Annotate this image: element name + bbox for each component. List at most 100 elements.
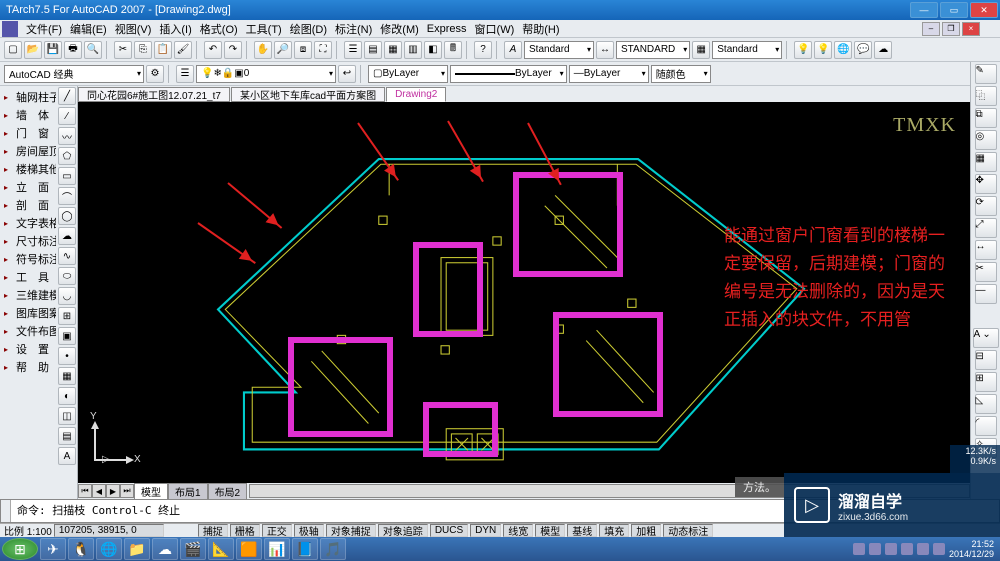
file-tab-1[interactable]: 同心花园6#施工图12.07.21_t7 [78, 87, 230, 102]
lineweight-combo[interactable]: — ByLayer [569, 65, 649, 83]
copy2-icon[interactable]: ⿻ [975, 86, 997, 106]
comm-icon[interactable]: 💬 [854, 41, 872, 59]
lwt-toggle[interactable]: 线宽 [503, 524, 533, 537]
base-toggle[interactable]: 基线 [567, 524, 597, 537]
workspace-combo[interactable]: AutoCAD 经典 [4, 65, 144, 83]
minimize-button[interactable]: — [910, 2, 938, 18]
break-icon[interactable]: ⊟ [975, 350, 997, 370]
print-icon[interactable]: 🖶 [64, 41, 82, 59]
maximize-button[interactable]: ▭ [940, 2, 968, 18]
layermgr-icon[interactable]: ☰ [176, 65, 194, 83]
tab-next[interactable]: ▶ [106, 484, 120, 498]
match-icon[interactable]: 🖌 [174, 41, 192, 59]
bold-toggle[interactable]: 加粗 [631, 524, 661, 537]
layer-combo[interactable]: 💡❄🔒▣ 0 [196, 65, 336, 83]
annot-a-icon[interactable]: A ⌄ [973, 328, 999, 348]
dimstyle-combo[interactable]: STANDARD [616, 41, 690, 59]
tab-last[interactable]: ⏭ [120, 484, 134, 498]
grad-icon[interactable]: ◐ [58, 387, 76, 405]
bulb2-icon[interactable]: 💡 [814, 41, 832, 59]
task-app-1[interactable]: ✈ [40, 538, 66, 560]
array-icon[interactable]: ▦ [975, 152, 997, 172]
save-icon[interactable]: 💾 [44, 41, 62, 59]
fill-toggle[interactable]: 填充 [599, 524, 629, 537]
tray-icon[interactable] [933, 543, 945, 555]
menu-dim[interactable]: 标注(N) [331, 21, 376, 37]
cmd-grip[interactable] [1, 500, 11, 522]
cloud-icon[interactable]: ☁ [58, 227, 76, 245]
tblstyle-icon[interactable]: ▦ [692, 41, 710, 59]
hatch-icon[interactable]: ▦ [58, 367, 76, 385]
task-app-9[interactable]: 📊 [264, 538, 290, 560]
ws-settings-icon[interactable]: ⚙ [146, 65, 164, 83]
new-icon[interactable]: ▢ [4, 41, 22, 59]
menu-window[interactable]: 窗口(W) [471, 21, 519, 37]
grid-toggle[interactable]: 栅格 [230, 524, 260, 537]
tray-icon[interactable] [901, 543, 913, 555]
task-app-4[interactable]: 📁 [124, 538, 150, 560]
zoomex-icon[interactable]: ⛶ [314, 41, 332, 59]
file-tab-2[interactable]: 某小区地下车库cad平面方案图 [231, 87, 385, 102]
join-icon[interactable]: ⊞ [975, 372, 997, 392]
color-combo[interactable]: ▢ ByLayer [368, 65, 448, 83]
tray-icon[interactable] [917, 543, 929, 555]
menu-file[interactable]: 文件(F) [22, 21, 66, 37]
chamfer-icon[interactable]: ◺ [975, 394, 997, 414]
table-icon[interactable]: ▤ [58, 427, 76, 445]
plotcolor-combo[interactable]: 随颜色 [651, 65, 711, 83]
sheet-layout2[interactable]: 布局2 [208, 483, 248, 500]
tray-icon[interactable] [885, 543, 897, 555]
scale-icon[interactable]: ⤢ [975, 218, 997, 238]
dimstyle-icon[interactable]: ↔ [596, 41, 614, 59]
system-tray[interactable]: 21:52 2014/12/29 [853, 539, 998, 559]
dyn-toggle[interactable]: DYN [470, 524, 501, 537]
menu-format[interactable]: 格式(O) [196, 21, 242, 37]
props-icon[interactable]: ☰ [344, 41, 362, 59]
task-app-3[interactable]: 🌐 [96, 538, 122, 560]
cloud-icon[interactable]: ☁ [874, 41, 892, 59]
model-canvas[interactable]: TMXK 能通过窗户门窗看到的楼梯一定要保留，后期建模；门窗的编号是无法删除的，… [78, 102, 970, 483]
globe-icon[interactable]: 🌐 [834, 41, 852, 59]
task-app-8[interactable]: 🟧 [236, 538, 262, 560]
otrack-toggle[interactable]: 对象追踪 [378, 524, 428, 537]
start-button[interactable]: ⊞ [2, 538, 38, 560]
sheet-icon[interactable]: ▥ [404, 41, 422, 59]
fillet-icon[interactable]: ◜ [975, 416, 997, 436]
sheet-model[interactable]: 模型 [134, 483, 168, 500]
preview-icon[interactable]: 🔍 [84, 41, 102, 59]
open-icon[interactable]: 📂 [24, 41, 42, 59]
redo-icon[interactable]: ↷ [224, 41, 242, 59]
textstyle-icon[interactable]: A [504, 41, 522, 59]
menu-help[interactable]: 帮助(H) [518, 21, 563, 37]
linetype-combo[interactable]: ByLayer [450, 65, 567, 83]
undo-icon[interactable]: ↶ [204, 41, 222, 59]
markup-icon[interactable]: ◧ [424, 41, 442, 59]
mtext-icon[interactable]: A [58, 447, 76, 465]
task-app-6[interactable]: 🎬 [180, 538, 206, 560]
zoom-icon[interactable]: 🔎 [274, 41, 292, 59]
sheet-layout1[interactable]: 布局1 [168, 483, 208, 500]
menu-tools[interactable]: 工具(T) [242, 21, 286, 37]
offset-icon[interactable]: ◎ [975, 130, 997, 150]
poly-icon[interactable]: ⬠ [58, 147, 76, 165]
earc-icon[interactable]: ◡ [58, 287, 76, 305]
tray-icon[interactable] [853, 543, 865, 555]
tray-icon[interactable] [869, 543, 881, 555]
tab-prev[interactable]: ◀ [92, 484, 106, 498]
file-tab-3[interactable]: Drawing2 [386, 87, 446, 102]
cline-icon[interactable]: ∕ [58, 107, 76, 125]
task-app-5[interactable]: ☁ [152, 538, 178, 560]
line-icon[interactable]: ╱ [58, 87, 76, 105]
menu-view[interactable]: 视图(V) [111, 21, 156, 37]
mdi-minimize[interactable]: – [922, 22, 940, 36]
tab-first[interactable]: ⏮ [78, 484, 92, 498]
ducs-toggle[interactable]: DUCS [430, 524, 468, 537]
spline-icon[interactable]: ∿ [58, 247, 76, 265]
point-icon[interactable]: • [58, 347, 76, 365]
mdi-close[interactable]: × [962, 22, 980, 36]
region-icon[interactable]: ◫ [58, 407, 76, 425]
pline-icon[interactable]: 〰 [58, 127, 76, 145]
close-button[interactable]: ✕ [970, 2, 998, 18]
task-app-10[interactable]: 📘 [292, 538, 318, 560]
move-icon[interactable]: ✥ [975, 174, 997, 194]
